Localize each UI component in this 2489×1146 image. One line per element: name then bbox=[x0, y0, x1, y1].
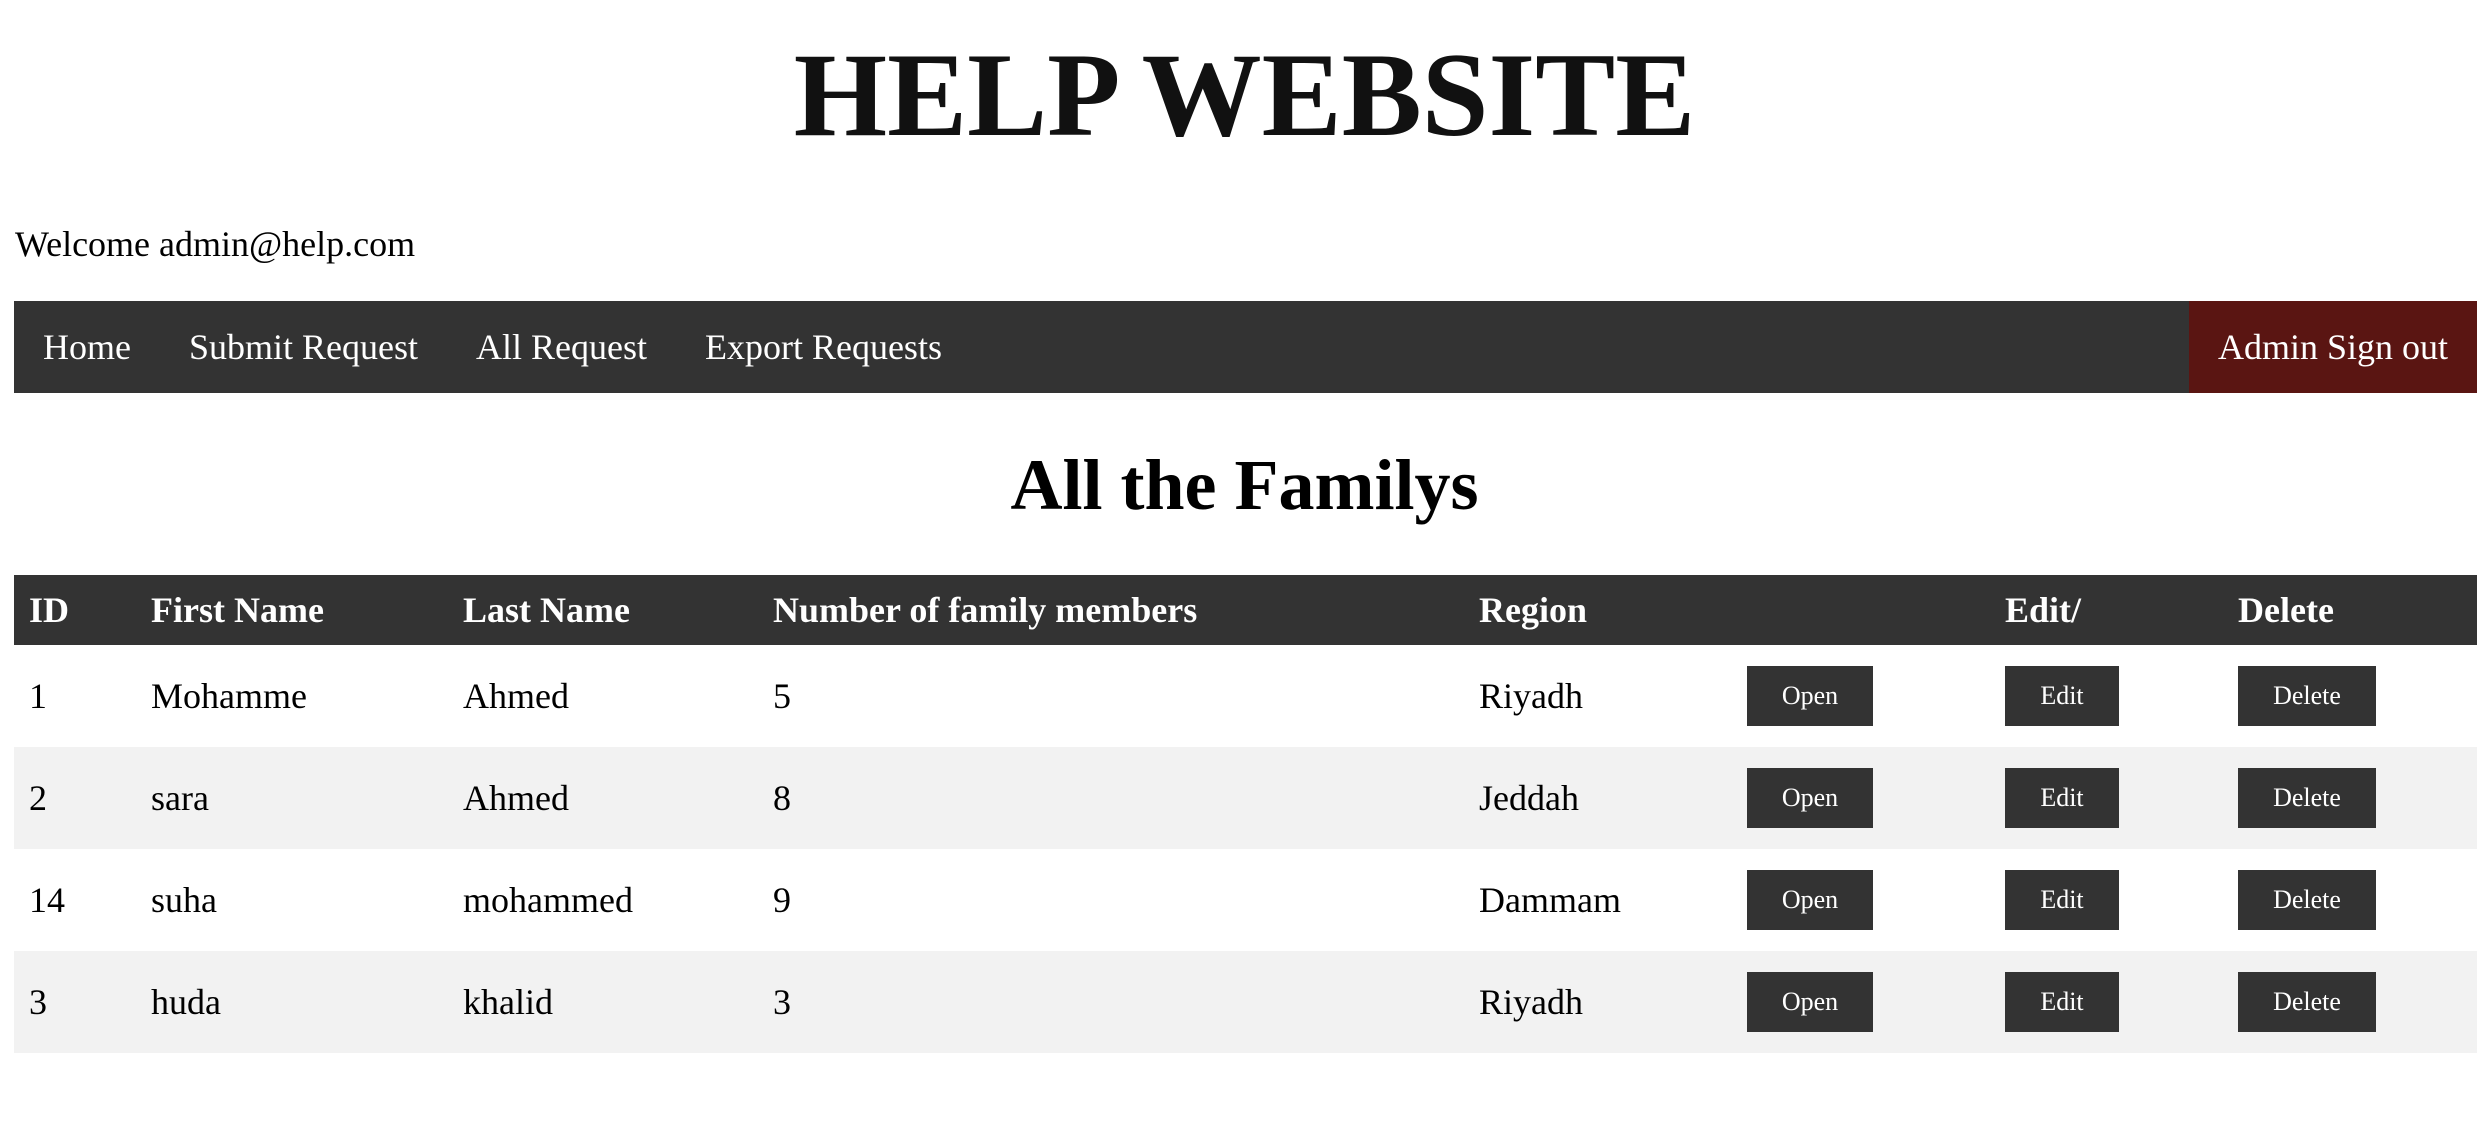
nav-submit-request[interactable]: Submit Request bbox=[160, 301, 447, 393]
cell-first-name: Mohamme bbox=[151, 676, 307, 716]
open-button[interactable]: Open bbox=[1747, 666, 1873, 726]
cell-delete: Delete bbox=[2223, 747, 2477, 849]
open-button[interactable]: Open bbox=[1747, 972, 1873, 1032]
cell-family-members: 8 bbox=[758, 747, 1464, 849]
column-header-id: ID bbox=[14, 575, 136, 645]
delete-button[interactable]: Delete bbox=[2238, 870, 2376, 930]
cell-region: Riyadh bbox=[1464, 951, 1732, 1053]
table-row: 14 suha mohammed 9 Dammam Open Edit Dele… bbox=[14, 849, 2477, 951]
user-email: admin@help.com bbox=[159, 224, 416, 264]
welcome-prefix: Welcome bbox=[15, 224, 160, 264]
edit-button[interactable]: Edit bbox=[2005, 666, 2119, 726]
page-heading: All the Familys bbox=[1010, 445, 1479, 525]
cell-id: 3 bbox=[14, 951, 136, 1053]
delete-button[interactable]: Delete bbox=[2238, 666, 2376, 726]
cell-open: Open bbox=[1732, 951, 1990, 1053]
cell-delete: Delete bbox=[2223, 645, 2477, 747]
cell-first-name: suha bbox=[151, 880, 217, 920]
table-row: 3 huda khalid 3 Riyadh Open Edit Delete bbox=[14, 951, 2477, 1053]
cell-delete: Delete bbox=[2223, 849, 2477, 951]
column-header-edit: Edit/ bbox=[1990, 575, 2223, 645]
edit-button[interactable]: Edit bbox=[2005, 870, 2119, 930]
cell-edit: Edit bbox=[1990, 951, 2223, 1053]
column-header-family-members: Number of family members bbox=[758, 575, 1464, 645]
table-header-row: ID First Name Last Name Number of family… bbox=[14, 575, 2477, 645]
open-button[interactable]: Open bbox=[1747, 870, 1873, 930]
column-header-first-name: First Name bbox=[136, 575, 448, 645]
cell-id: 2 bbox=[14, 747, 136, 849]
navbar: Home Submit Request All Request Export R… bbox=[14, 301, 2477, 393]
cell-first-name: huda bbox=[136, 951, 448, 1053]
edit-button[interactable]: Edit bbox=[2005, 972, 2119, 1032]
column-header-open bbox=[1732, 575, 1990, 645]
cell-edit: Edit bbox=[1990, 849, 2223, 951]
welcome-message: Welcome admin@help.com bbox=[15, 220, 415, 268]
nav-all-request[interactable]: All Request bbox=[447, 301, 676, 393]
cell-last-name: Ahmed bbox=[463, 676, 569, 716]
nav-export-requests[interactable]: Export Requests bbox=[676, 301, 971, 393]
cell-family-members: 9 bbox=[773, 880, 791, 920]
cell-last-name: Ahmed bbox=[448, 747, 758, 849]
table-row: 1 Mohamme Ahmed 5 Riyadh Open Edit Delet… bbox=[14, 645, 2477, 747]
cell-region: Riyadh bbox=[1479, 676, 1583, 716]
cell-first-name: sara bbox=[136, 747, 448, 849]
cell-last-name: mohammed bbox=[463, 880, 633, 920]
edit-button[interactable]: Edit bbox=[2005, 768, 2119, 828]
column-header-delete: Delete bbox=[2223, 575, 2477, 645]
cell-region: Dammam bbox=[1479, 880, 1621, 920]
cell-open: Open bbox=[1732, 645, 1990, 747]
column-header-region: Region bbox=[1464, 575, 1732, 645]
table-row: 2 sara Ahmed 8 Jeddah Open Edit Delete bbox=[14, 747, 2477, 849]
admin-sign-out-button[interactable]: Admin Sign out bbox=[2188, 301, 2477, 393]
open-button[interactable]: Open bbox=[1747, 768, 1873, 828]
delete-button[interactable]: Delete bbox=[2238, 972, 2376, 1032]
column-header-last-name: Last Name bbox=[448, 575, 758, 645]
cell-edit: Edit bbox=[1990, 645, 2223, 747]
cell-id: 1 bbox=[29, 676, 47, 716]
delete-button[interactable]: Delete bbox=[2238, 768, 2376, 828]
cell-edit: Edit bbox=[1990, 747, 2223, 849]
cell-delete: Delete bbox=[2223, 951, 2477, 1053]
cell-family-members: 3 bbox=[758, 951, 1464, 1053]
cell-open: Open bbox=[1732, 747, 1990, 849]
nav-home[interactable]: Home bbox=[14, 301, 160, 393]
cell-last-name: khalid bbox=[448, 951, 758, 1053]
site-title: HELP WEBSITE bbox=[793, 28, 1696, 161]
cell-family-members: 5 bbox=[773, 676, 791, 716]
cell-open: Open bbox=[1732, 849, 1990, 951]
families-table: ID First Name Last Name Number of family… bbox=[14, 575, 2477, 1053]
cell-id: 14 bbox=[29, 880, 65, 920]
cell-region: Jeddah bbox=[1464, 747, 1732, 849]
